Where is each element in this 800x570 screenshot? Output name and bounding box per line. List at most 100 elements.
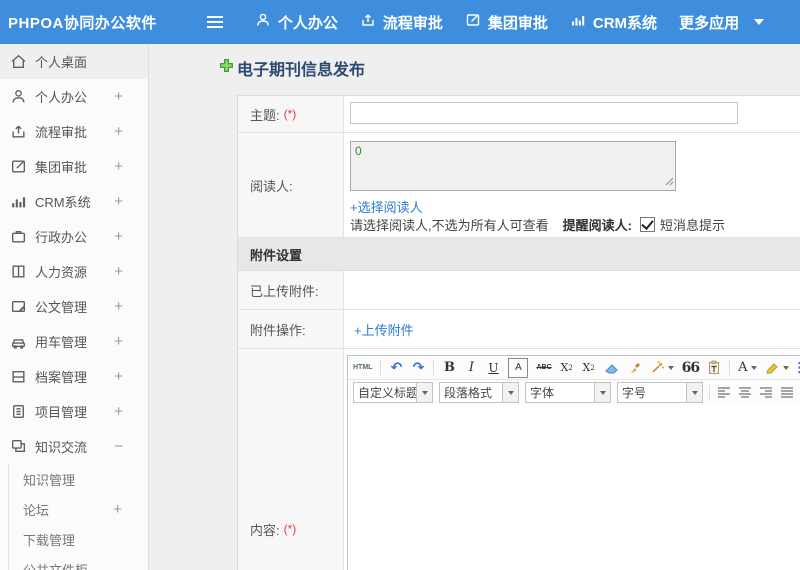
subject-input[interactable]	[350, 102, 738, 124]
nav-more-apps[interactable]: 更多应用	[679, 12, 765, 33]
nav-workflow-approval[interactable]: 流程审批	[360, 12, 443, 33]
expand-toggle[interactable]: +	[114, 158, 123, 175]
sidebar-subitem-forum[interactable]: 论坛 +	[9, 494, 148, 524]
font-style-button[interactable]: A	[508, 357, 529, 378]
italic-button[interactable]: I	[464, 359, 478, 377]
remind-readers-label: 提醒阅读人:	[562, 218, 632, 233]
expand-toggle[interactable]: +	[114, 403, 123, 420]
sidebar-item-admin-office[interactable]: 行政办公 +	[0, 219, 148, 254]
nav-label: CRM系统	[592, 14, 658, 32]
strikethrough-button[interactable]: ABC	[536, 359, 551, 377]
sidebar-item-knowledge[interactable]: 知识交流 −	[0, 429, 148, 464]
sidebar-item-workflow-approval[interactable]: 流程审批 +	[0, 114, 148, 149]
eraser-icon[interactable]	[604, 359, 619, 377]
caret-down-icon	[754, 19, 765, 25]
sidebar-item-label: 公共文件柜	[23, 562, 89, 570]
font-family-select[interactable]: 字体	[525, 382, 611, 403]
nav-personal-office[interactable]: 个人办公	[255, 12, 338, 33]
sidebar-item-vehicle[interactable]: 用车管理 +	[0, 324, 148, 359]
car-icon	[10, 333, 27, 350]
forecolor-button[interactable]: A	[738, 359, 757, 377]
bold-button[interactable]: B	[442, 359, 456, 377]
page-title-text: 电子期刊信息发布	[237, 62, 366, 79]
toolbar-divider	[709, 385, 710, 400]
sms-checkbox[interactable]	[639, 217, 655, 232]
sidebar-item-group-approval[interactable]: 集团审批 +	[0, 149, 148, 184]
heading-select[interactable]: 自定义标题	[353, 382, 433, 403]
chart-icon	[570, 12, 586, 32]
expand-toggle[interactable]: +	[114, 333, 123, 350]
sidebar-item-label: 用车管理	[35, 335, 88, 350]
top-header: PHPOA协同办公软件 个人办公 流程审批 集团审批 CRM系统 更多应用	[0, 0, 800, 44]
sidebar-item-official-docs[interactable]: 公文管理 +	[0, 289, 148, 324]
readers-row: 阅读人: 0 +选择阅读人 请选择阅读人,不选为所有人可查看 提醒阅读人: 短消…	[238, 133, 800, 238]
editor-content-area[interactable]	[348, 405, 800, 570]
sidebar-item-hr[interactable]: 人力资源 +	[0, 254, 148, 289]
sidebar-item-archives[interactable]: 档案管理 +	[0, 359, 148, 394]
subject-label: 主题: (*)	[238, 96, 344, 132]
expand-toggle[interactable]: +	[114, 123, 123, 140]
sidebar-item-crm[interactable]: CRM系统 +	[0, 184, 148, 219]
html-source-button[interactable]: HTML	[353, 359, 372, 377]
main-content: 电子期刊信息发布 主题: (*) 阅读人: 0 +选择阅读人 请选择阅读人,不选…	[149, 44, 800, 570]
upload-attachment-link[interactable]: +上传附件	[354, 320, 414, 339]
sidebar-item-projects[interactable]: 项目管理 +	[0, 394, 148, 429]
expand-toggle[interactable]: +	[114, 298, 123, 315]
readers-textarea[interactable]: 0	[350, 141, 676, 191]
readers-value: 0	[355, 144, 362, 158]
sidebar-subitem-public-cabinet[interactable]: 公共文件柜	[9, 554, 148, 570]
sidebar-item-label: 人力资源	[35, 265, 88, 280]
sms-label: 短消息提示	[659, 218, 725, 233]
home-icon	[10, 53, 27, 70]
nav-label: 个人办公	[277, 14, 338, 32]
toolbar-divider	[380, 360, 382, 375]
align-left-button[interactable]	[716, 384, 731, 402]
paragraph-format-select[interactable]: 段落格式	[439, 382, 519, 403]
expand-toggle[interactable]: +	[114, 88, 123, 105]
chat-icon	[10, 438, 27, 455]
format-painter-icon[interactable]	[627, 359, 642, 377]
archive-icon	[10, 368, 27, 385]
readers-hint-line: 请选择阅读人,不选为所有人可查看 提醒阅读人: 短消息提示	[350, 215, 725, 234]
font-size-select[interactable]: 字号	[617, 382, 703, 403]
top-nav: 个人办公 流程审批 集团审批 CRM系统 更多应用	[255, 12, 765, 33]
align-justify-button[interactable]	[779, 384, 794, 402]
ordered-list-button[interactable]	[797, 359, 800, 377]
expand-toggle[interactable]: +	[113, 501, 122, 518]
highlight-icon[interactable]	[765, 359, 789, 377]
blockquote-button[interactable]: 66	[682, 359, 701, 377]
sidebar-item-label: 论坛	[23, 502, 50, 518]
sidebar-subitem-downloads[interactable]: 下载管理	[9, 524, 148, 554]
sidebar-item-personal-desktop[interactable]: 个人桌面	[0, 44, 148, 79]
expand-toggle[interactable]: +	[114, 193, 123, 210]
expand-toggle[interactable]: +	[114, 368, 123, 385]
sidebar-subitem-knowledge-mgmt[interactable]: 知识管理	[9, 464, 148, 494]
select-readers-link[interactable]: +选择阅读人	[350, 197, 423, 216]
nav-crm-system[interactable]: CRM系统	[570, 12, 657, 33]
caret-down-icon	[667, 365, 674, 370]
autotypeset-icon[interactable]	[650, 359, 674, 377]
nav-label: 流程审批	[382, 14, 443, 32]
underline-button[interactable]: U	[486, 359, 500, 377]
align-right-button[interactable]	[758, 384, 773, 402]
expand-toggle[interactable]: +	[114, 263, 123, 280]
menu-icon[interactable]	[206, 16, 223, 28]
resize-handle-icon[interactable]	[665, 175, 674, 189]
collapse-toggle[interactable]: −	[114, 438, 123, 455]
superscript-button[interactable]: X2	[560, 359, 574, 377]
subscript-button[interactable]: X2	[582, 359, 596, 377]
editor-toolbar-row1: HTML ↶ ↷ B I U A ABC X2 X2 66 A	[348, 356, 800, 380]
sidebar-item-label: 下载管理	[23, 532, 76, 548]
nav-group-approval[interactable]: 集团审批	[465, 12, 548, 33]
expand-toggle[interactable]: +	[114, 228, 123, 245]
undo-button[interactable]: ↶	[389, 359, 403, 377]
sidebar-item-personal-office[interactable]: 个人办公 +	[0, 79, 148, 114]
briefcase-icon	[10, 228, 27, 245]
flow-icon	[360, 12, 376, 32]
add-icon	[220, 59, 233, 77]
sidebar-item-label: 项目管理	[35, 405, 88, 420]
paste-text-icon[interactable]	[707, 359, 721, 377]
align-center-button[interactable]	[737, 384, 752, 402]
redo-button[interactable]: ↷	[411, 359, 425, 377]
uploaded-attachments-label: 已上传附件:	[238, 271, 344, 309]
